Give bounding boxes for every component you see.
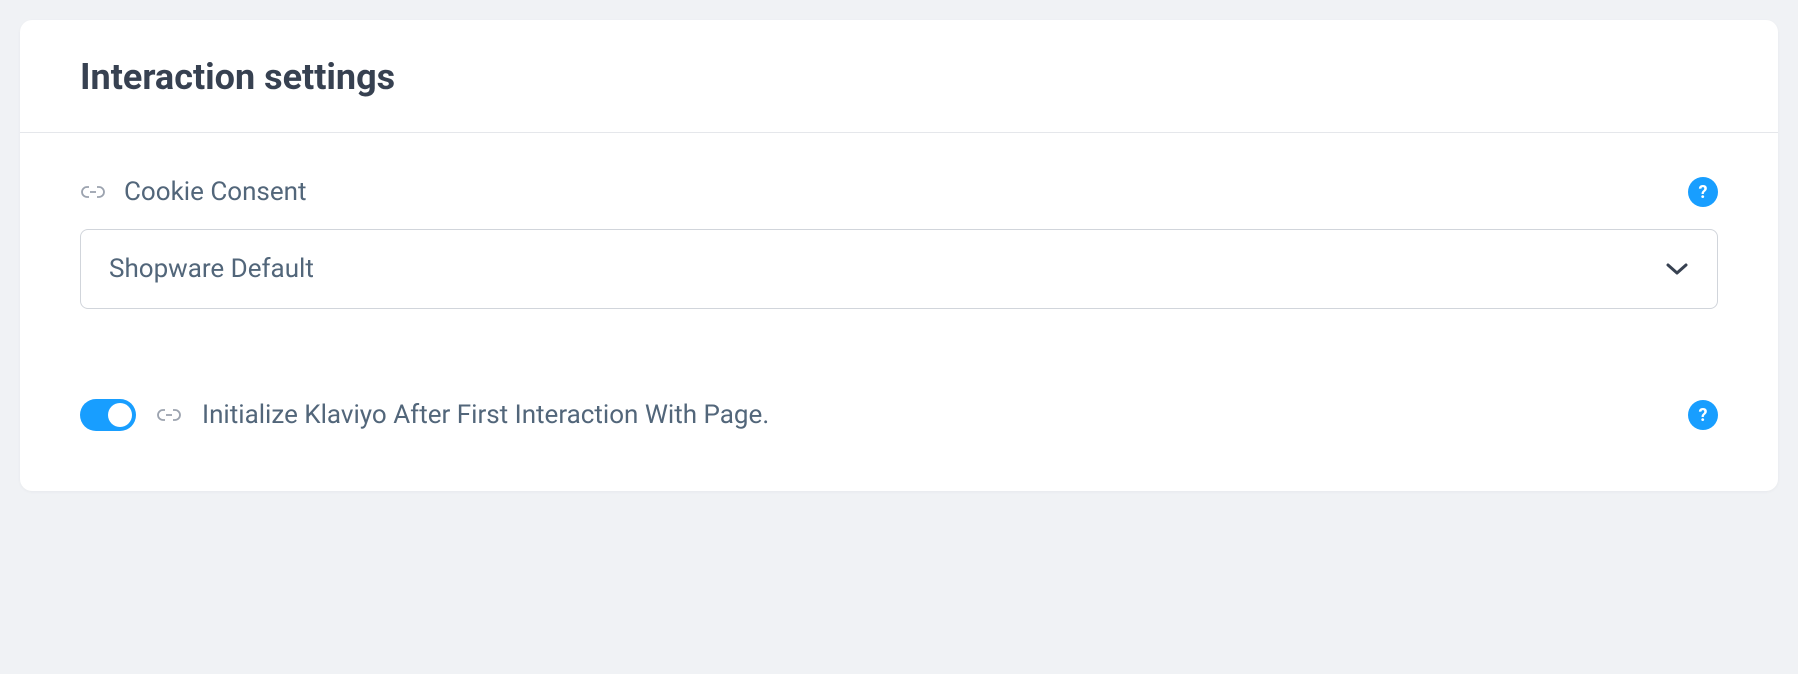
toggle-knob bbox=[108, 403, 132, 427]
cookie-consent-select[interactable]: Shopware Default bbox=[80, 229, 1718, 309]
init-klaviyo-field: Initialize Klaviyo After First Interacti… bbox=[80, 399, 1718, 431]
card-body: Cookie Consent ? Shopware Default bbox=[20, 133, 1778, 491]
help-icon[interactable]: ? bbox=[1688, 400, 1718, 430]
link-icon bbox=[156, 407, 182, 423]
cookie-consent-field: Cookie Consent ? Shopware Default bbox=[80, 177, 1718, 309]
chevron-down-icon bbox=[1665, 257, 1689, 281]
field-label-left: Cookie Consent bbox=[80, 177, 307, 207]
field-label-row: Cookie Consent ? bbox=[80, 177, 1718, 207]
select-value: Shopware Default bbox=[109, 254, 314, 284]
init-klaviyo-label: Initialize Klaviyo After First Interacti… bbox=[202, 400, 769, 430]
card-header: Interaction settings bbox=[20, 20, 1778, 133]
toggle-row-left: Initialize Klaviyo After First Interacti… bbox=[80, 399, 769, 431]
card-title: Interaction settings bbox=[80, 56, 1718, 98]
cookie-consent-label: Cookie Consent bbox=[124, 177, 307, 207]
help-icon[interactable]: ? bbox=[1688, 177, 1718, 207]
init-klaviyo-toggle[interactable] bbox=[80, 399, 136, 431]
link-icon bbox=[80, 184, 106, 200]
settings-card: Interaction settings Cookie Consent ? bbox=[20, 20, 1778, 491]
